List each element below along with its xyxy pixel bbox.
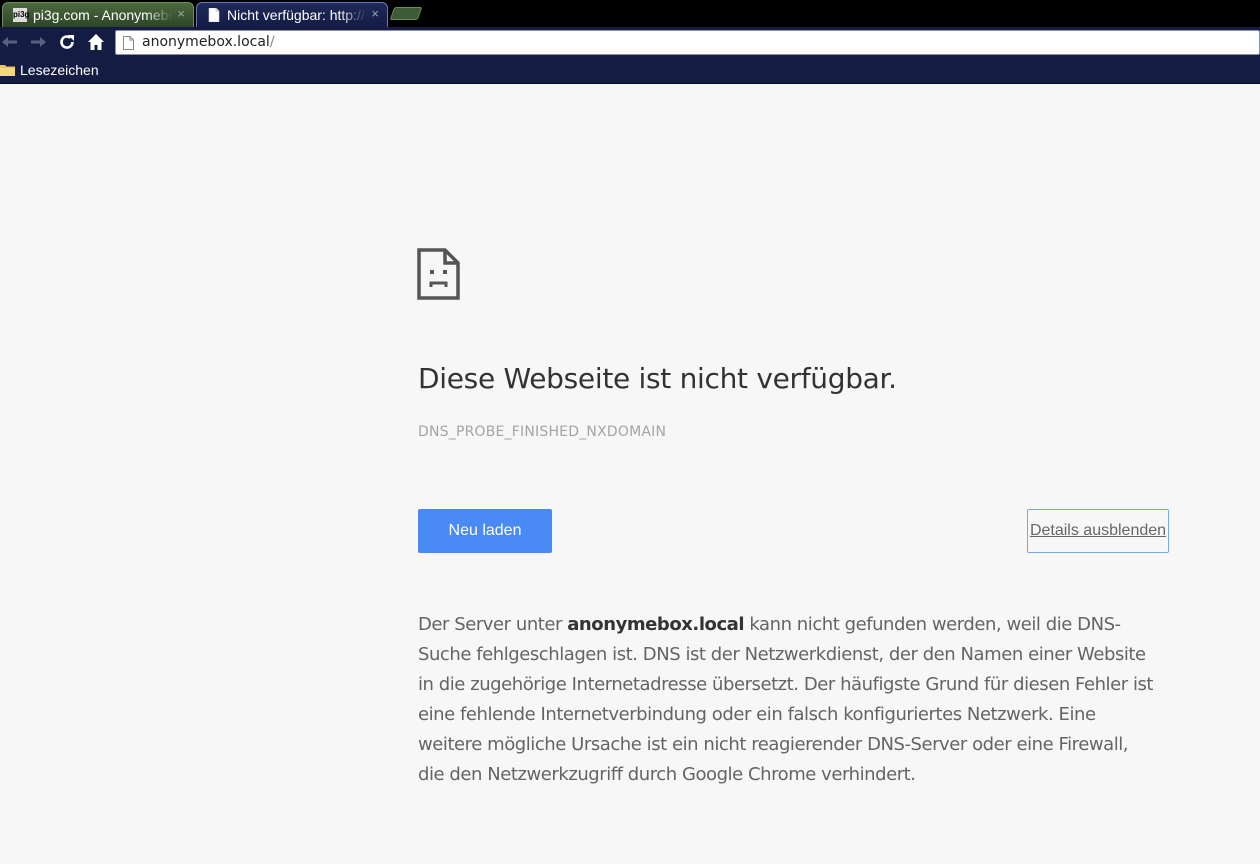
bookmarks-bar: Lesezeichen — [0, 57, 1260, 84]
address-bar[interactable]: anonymebox.local/ — [115, 30, 1260, 55]
home-icon[interactable] — [86, 32, 106, 52]
new-tab-button[interactable] — [389, 7, 423, 20]
tab-error-page[interactable]: Nicht verfügbar: http://anonymebox.local… — [196, 2, 388, 27]
page-icon — [123, 36, 134, 50]
tab-title: pi3g.com - Anonymebox — [33, 7, 173, 23]
bookmark-label: Lesezeichen — [20, 62, 99, 78]
tab-strip: pi3g pi3g.com - Anonymebox × Nicht verfü… — [0, 0, 1260, 27]
url-text: anonymebox.local/ — [142, 34, 275, 50]
pi3g-favicon: pi3g — [13, 8, 29, 22]
tab-close-icon[interactable]: × — [371, 3, 379, 25]
url-host: anonymebox.local — [142, 34, 270, 50]
details-host: anonymebox.local — [567, 614, 745, 635]
reload-button[interactable]: Neu laden — [418, 509, 552, 553]
tab-pi3g[interactable]: pi3g pi3g.com - Anonymebox × — [2, 2, 194, 27]
page-icon — [208, 8, 220, 22]
reload-icon[interactable] — [57, 32, 77, 52]
back-arrow-icon[interactable] — [0, 32, 20, 52]
details-before: Der Server unter — [418, 614, 568, 635]
forward-arrow-icon[interactable] — [28, 32, 48, 52]
folder-icon — [0, 65, 15, 76]
tab-title: Nicht verfügbar: http://anonymebox.local… — [227, 7, 367, 23]
tab-close-icon[interactable]: × — [177, 3, 185, 25]
error-details: Der Server unter anonymebox.local kann n… — [418, 610, 1158, 790]
details-toggle-button[interactable]: Details ausblenden — [1027, 509, 1169, 553]
url-path: / — [269, 34, 275, 50]
sad-page-icon — [417, 248, 460, 300]
details-after: kann nicht gefunden werden, weil die DNS… — [418, 614, 1154, 785]
error-heading: Diese Webseite ist nicht verfügbar. — [418, 362, 897, 395]
error-code: DNS_PROBE_FINISHED_NXDOMAIN — [418, 424, 667, 440]
